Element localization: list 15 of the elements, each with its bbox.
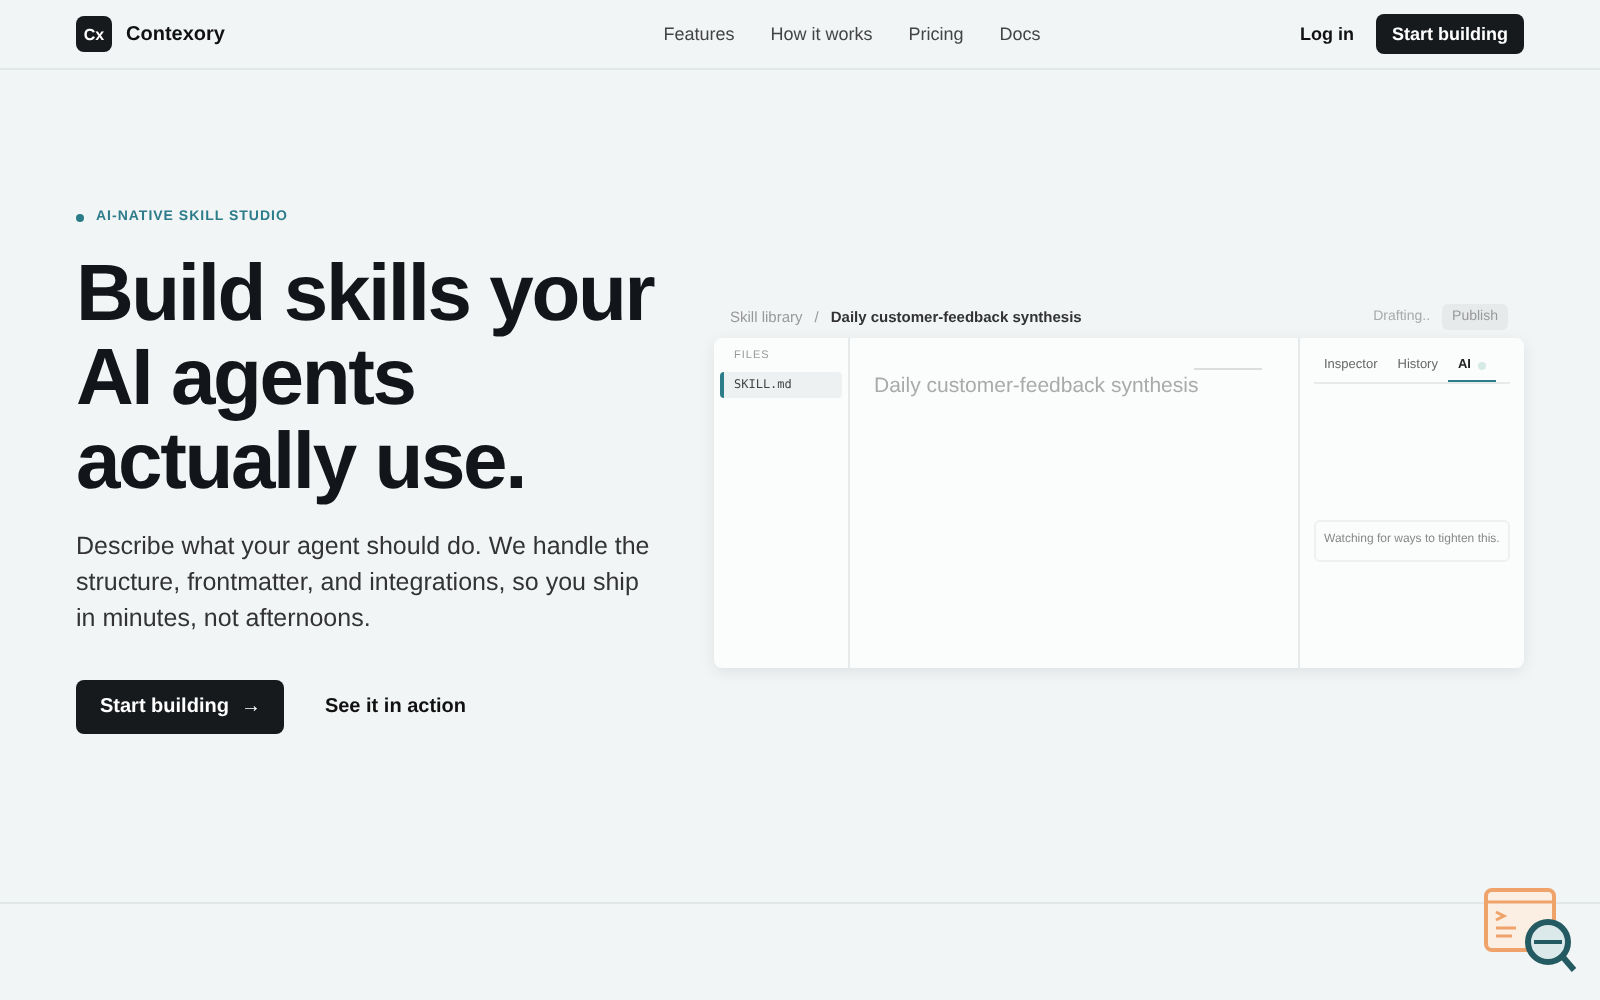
nav-link[interactable]: Pricing [908,24,964,44]
browser-search-icon[interactable] [1484,888,1580,976]
logo-mark: Cx [76,16,112,52]
start-building-button[interactable]: Start building → [76,680,285,734]
eyebrow-dot [76,213,84,221]
hero-description: Describe what your agent should do. We handle the structure, frontmatter, and integrations, so you ship in minutes, not afternoons. [76,530,652,636]
start-building-button[interactable]: Start building [1376,14,1524,54]
login-link[interactable]: Log in [1300,24,1354,44]
nav-link[interactable]: Docs [999,24,1041,44]
hero-heading: Build skills your AI agents actually use. [76,252,657,504]
nav-link[interactable]: Features [663,24,735,44]
document-title: Daily customer-feedback synthesis [874,374,1201,398]
brand-name: Contexory [126,23,225,45]
nav-link[interactable]: How it works [770,24,873,44]
see-it-in-action-link[interactable]: See it in action [324,696,467,718]
